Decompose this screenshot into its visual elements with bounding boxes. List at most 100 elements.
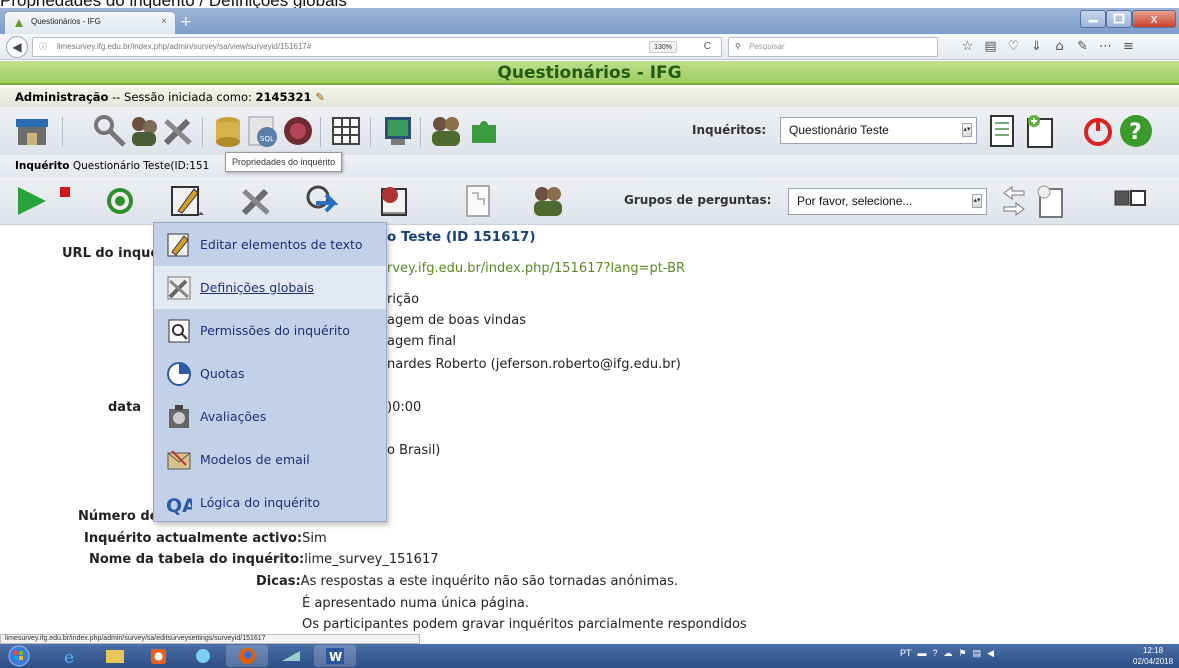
survey-toolbar: Grupos de perguntas: Por favor, selecion…	[0, 177, 1179, 225]
maximize-window-button[interactable]	[1106, 10, 1132, 28]
menu-item-email-templates[interactable]: Modelos de email	[154, 438, 386, 481]
session-text: -- Sessão iniciada como:	[112, 90, 252, 104]
help-icon[interactable]: ?	[1118, 113, 1154, 149]
cloud-tray-icon[interactable]: ☁	[944, 648, 953, 659]
browser-status-bar: limesurvey.ifg.edu.br/index.php/admin/su…	[0, 634, 420, 644]
table-name-value: lime_survey_151617	[304, 552, 439, 567]
templates-grid-icon[interactable]	[328, 113, 364, 149]
back-button[interactable]: ◀	[6, 36, 28, 58]
home-store-icon[interactable]	[14, 113, 50, 149]
language-indicator[interactable]: PT	[900, 648, 912, 658]
new-tab-button[interactable]: +	[180, 14, 192, 30]
volume-icon[interactable]: ◀	[987, 648, 994, 659]
menu-item-label: Editar elementos de texto	[200, 237, 363, 252]
participants-icon[interactable]	[428, 113, 464, 149]
browser-nav-bar: ◀ ⓘ limesurvey.ifg.edu.br/index.php/admi…	[0, 34, 1179, 60]
survey-properties-menu: Editar elementos de texto Definições glo…	[153, 222, 387, 522]
activate-play-icon[interactable]	[14, 183, 50, 219]
system-tray: PT ▬? ☁ ⚑ ▤ ◀	[900, 648, 1000, 659]
customize-icon[interactable]: ⋯	[1094, 39, 1117, 54]
toolbar-separator	[370, 117, 371, 147]
sql-icon[interactable]: SQL	[245, 113, 281, 149]
menu-item-label: Avaliações	[200, 409, 267, 424]
menu-item-global-settings[interactable]: Definições globais	[154, 266, 386, 309]
extensions-icon[interactable]: ✎	[1071, 39, 1094, 54]
survey-tools-icon[interactable]	[238, 183, 274, 219]
site-info-icon[interactable]: ⓘ	[39, 38, 47, 56]
close-window-button[interactable]: x	[1132, 10, 1176, 28]
admin-session-line: Administração -- Sessão iniciada como: 2…	[0, 87, 1179, 107]
survey-url-link[interactable]: rvey.ifg.edu.br/index.php/151617?lang=pt…	[387, 261, 685, 276]
internet-explorer-icon[interactable]: e	[50, 645, 92, 667]
active-status-label: Inquérito actualmente activo:	[84, 531, 303, 546]
office-app-icon[interactable]	[138, 645, 180, 667]
group-navigation-arrows-icon[interactable]	[996, 183, 1032, 219]
chevron-down-icon: ▴▾	[962, 123, 972, 137]
home-icon[interactable]: ⌂	[1048, 39, 1071, 54]
welcome-message-row: agem de boas vindas	[387, 313, 527, 328]
browser-tab[interactable]: Questionários - IFG ×	[4, 11, 176, 34]
flag-tray-icon[interactable]: ⚑	[959, 648, 967, 659]
menu-item-survey-logic[interactable]: QA Lógica do inquérito	[154, 481, 386, 524]
survey-list-icon[interactable]	[984, 113, 1020, 149]
svg-text:?: ?	[1129, 120, 1142, 145]
pocket-icon[interactable]: ♡	[1002, 39, 1025, 54]
new-survey-icon[interactable]	[1022, 113, 1058, 149]
question-group-select[interactable]: Por favor, selecione... ▴▾	[788, 188, 987, 215]
toolbar-separator	[62, 117, 63, 147]
template-editor-icon[interactable]	[380, 113, 416, 149]
firefox-taskbar-icon[interactable]	[226, 645, 268, 667]
file-explorer-icon[interactable]	[94, 645, 136, 667]
menu-item-survey-permissions[interactable]: Permissões do inquérito	[154, 309, 386, 352]
downloads-icon[interactable]: ⇓	[1025, 39, 1048, 54]
question-groups-label: Grupos de perguntas:	[624, 193, 772, 207]
survey-properties-icon[interactable]	[168, 183, 204, 219]
survey-heading: o Teste (ID 151617)	[387, 229, 536, 245]
end-message-row: agem final	[387, 334, 457, 349]
taskbar-clock[interactable]: 12:18 02/04/2018	[1133, 645, 1173, 667]
logout-power-icon[interactable]	[1080, 113, 1116, 149]
help-tray-icon[interactable]: ?	[933, 648, 938, 658]
network-tray-icon[interactable]: ▤	[973, 648, 982, 659]
menu-item-assessments[interactable]: Avaliações	[154, 395, 386, 438]
media-app-icon[interactable]	[270, 645, 312, 667]
description-row: rição	[387, 292, 420, 307]
minimize-window-button[interactable]	[1080, 10, 1106, 28]
users-icon[interactable]	[126, 113, 162, 149]
address-bar[interactable]: ⓘ limesurvey.ifg.edu.br/index.php/admin/…	[32, 37, 722, 57]
add-question-group-icon[interactable]	[1032, 183, 1068, 219]
tools-icon[interactable]	[160, 113, 196, 149]
display-export-icon[interactable]	[302, 183, 338, 219]
reload-icon[interactable]: C	[704, 38, 711, 56]
word-taskbar-icon[interactable]: W	[314, 645, 356, 667]
keyboard-icon[interactable]: ▬	[918, 648, 927, 658]
survey-participants-icon[interactable]	[530, 183, 566, 219]
app-header-title: Questionários - IFG	[0, 61, 1179, 85]
menu-icon[interactable]: ≡	[1117, 39, 1140, 54]
toggle-view-icon[interactable]	[1112, 183, 1148, 219]
browser-title-bar: Questionários - IFG × + x	[0, 8, 1179, 34]
plugins-puzzle-icon[interactable]	[466, 113, 502, 149]
search-input[interactable]: ⚲ Pesquisar	[728, 37, 938, 57]
close-tab-icon[interactable]: ×	[161, 16, 167, 27]
bookmark-star-icon[interactable]: ☆	[956, 39, 979, 54]
zoom-level-indicator[interactable]: 130%	[649, 41, 677, 53]
reading-list-icon[interactable]: ▤	[979, 39, 1002, 54]
menu-item-edit-text-elements[interactable]: Editar elementos de texto	[154, 223, 386, 266]
survey-select[interactable]: Questionário Teste ▴▾	[780, 117, 977, 144]
stop-icon[interactable]	[60, 187, 70, 197]
edit-user-pencil-icon[interactable]: ✎	[315, 90, 325, 104]
browser-toolbar-icons: ☆ ▤ ♡ ⇓ ⌂ ✎ ⋯ ≡	[956, 39, 1140, 54]
menu-item-quotas[interactable]: Quotas	[154, 352, 386, 395]
network-app-icon[interactable]	[182, 645, 224, 667]
gear-icon[interactable]	[102, 183, 138, 219]
survey-line-label: Inquérito	[15, 160, 70, 172]
label-sets-icon[interactable]	[280, 113, 316, 149]
key-icon[interactable]	[92, 113, 128, 149]
surveys-label: Inquéritos:	[692, 123, 767, 137]
start-button-icon[interactable]	[8, 645, 30, 667]
responses-icon[interactable]	[376, 183, 412, 219]
survey-organizer-icon[interactable]	[460, 183, 496, 219]
database-icon[interactable]	[210, 113, 246, 149]
survey-select-value: Questionário Teste	[789, 123, 889, 137]
